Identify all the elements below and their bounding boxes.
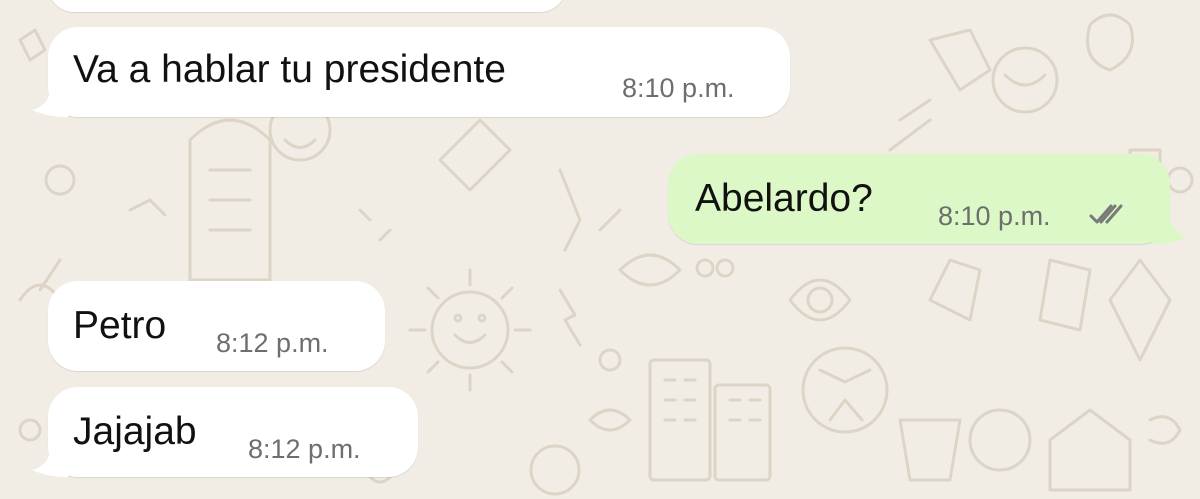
message-timestamp: 8:12 p.m. — [216, 328, 329, 358]
bubble-tail — [32, 450, 68, 477]
message-timestamp: 8:12 p.m. — [248, 434, 361, 464]
bubble-tail — [32, 90, 68, 117]
double-check-icon — [1089, 204, 1123, 224]
message-timestamp: 8:10 p.m. — [938, 201, 1051, 231]
incoming-message-bubble[interactable]: Jajajab 8:12 p.m. — [48, 387, 418, 477]
message-timestamp: 8:10 p.m. — [622, 73, 735, 103]
bubble-tail — [1152, 216, 1188, 244]
message-text: Petro — [73, 304, 167, 347]
incoming-message-bubble[interactable]: Petro 8:12 p.m. — [48, 281, 385, 371]
message-text: Jajajab — [73, 410, 197, 453]
previous-message-bubble — [48, 0, 566, 12]
message-text: Abelardo? — [695, 177, 873, 220]
outgoing-message-bubble[interactable]: Abelardo? 8:10 p.m. — [668, 154, 1170, 244]
incoming-message-bubble[interactable]: Va a hablar tu presidente 8:10 p.m. — [48, 27, 790, 117]
message-text: Va a hablar tu presidente — [73, 48, 506, 91]
